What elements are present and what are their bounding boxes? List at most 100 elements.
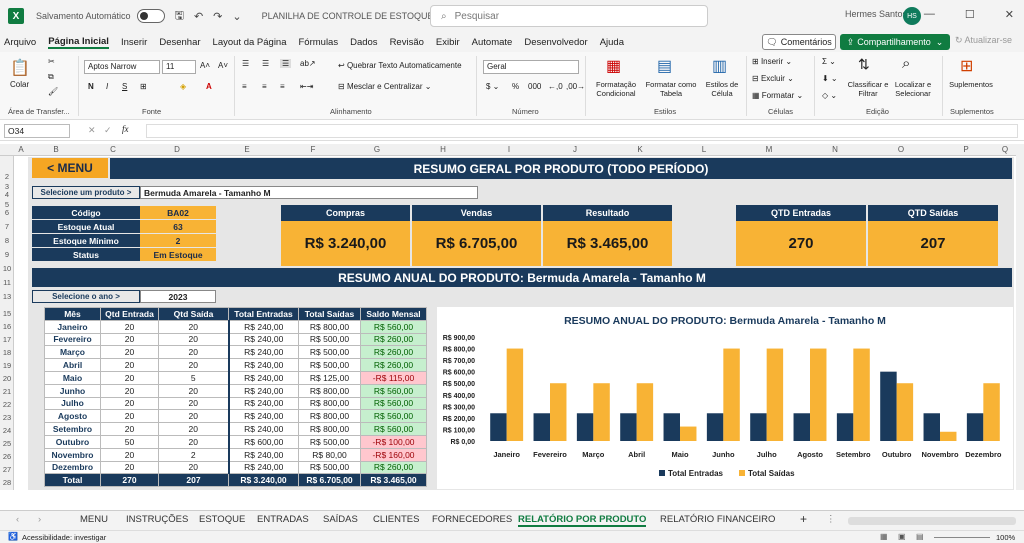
- month-cell[interactable]: Abril: [44, 358, 101, 372]
- menu-inserir[interactable]: Inserir: [121, 37, 147, 48]
- value-cell[interactable]: 20: [100, 358, 159, 372]
- tab-menu[interactable]: MENU: [80, 514, 108, 525]
- align-left-icon[interactable]: ≡: [242, 82, 247, 91]
- view-pagebreak-icon[interactable]: ▤: [916, 532, 924, 541]
- value-cell[interactable]: R$ 240,00: [228, 370, 299, 385]
- menu-desenhar[interactable]: Desenhar: [159, 37, 200, 48]
- value-cell[interactable]: 20: [158, 409, 230, 424]
- value-cell[interactable]: R$ 240,00: [228, 422, 299, 436]
- menu-pagina-inicial[interactable]: Página Inicial: [48, 36, 109, 49]
- row-header[interactable]: 24: [0, 426, 14, 435]
- addins-button[interactable]: Suplementos: [946, 80, 996, 89]
- cut-icon[interactable]: ✂: [48, 57, 55, 66]
- bold-icon[interactable]: N: [88, 82, 94, 91]
- find-select-button[interactable]: Localizar e Selecionar: [888, 80, 938, 98]
- tab-relatorio-produto[interactable]: RELATÓRIO POR PRODUTO: [518, 514, 647, 527]
- align-bottom-icon[interactable]: ☰: [280, 59, 292, 68]
- align-right-icon[interactable]: ≡: [280, 82, 285, 91]
- value-cell[interactable]: R$ 800,00: [298, 409, 361, 424]
- accessibility-status[interactable]: Acessibilidade: investigar: [22, 533, 106, 542]
- menu-automate[interactable]: Automate: [472, 37, 513, 48]
- view-layout-icon[interactable]: ▣: [898, 532, 906, 541]
- value-cell[interactable]: 20: [100, 447, 159, 462]
- tab-saidas[interactable]: SAÍDAS: [323, 514, 358, 525]
- formula-input[interactable]: [146, 124, 1018, 138]
- balance-cell[interactable]: R$ 560,00: [360, 396, 427, 411]
- merge-button[interactable]: ⊟ Mesclar e Centralizar ⌄: [338, 82, 431, 91]
- zoom-slider[interactable]: [934, 537, 990, 538]
- row-header[interactable]: 6: [0, 208, 14, 217]
- balance-cell[interactable]: R$ 560,00: [360, 319, 427, 334]
- product-select[interactable]: Bermuda Amarela - Tamanho M: [140, 186, 478, 199]
- value-cell[interactable]: 20: [100, 396, 159, 411]
- enter-icon[interactable]: ✓: [104, 125, 112, 136]
- wrap-text-button[interactable]: ↩ Quebrar Texto Automaticamente: [338, 61, 462, 70]
- accessibility-icon[interactable]: ♿: [8, 532, 18, 541]
- increase-decimal-icon[interactable]: ←,0: [548, 82, 563, 91]
- sort-filter-button[interactable]: Classificar e Filtrar: [846, 80, 890, 98]
- balance-cell[interactable]: R$ 560,00: [360, 383, 427, 398]
- row-header[interactable]: 26: [0, 452, 14, 461]
- value-cell[interactable]: R$ 500,00: [298, 345, 361, 360]
- value-cell[interactable]: 20: [100, 409, 159, 424]
- format-painter-icon[interactable]: 🖌: [48, 87, 58, 96]
- function-icon[interactable]: fx: [122, 124, 129, 134]
- value-cell[interactable]: 20: [158, 358, 230, 372]
- column-header[interactable]: O: [868, 144, 934, 156]
- balance-cell[interactable]: -R$ 115,00: [360, 370, 427, 385]
- menu-dados[interactable]: Dados: [350, 37, 377, 48]
- value-cell[interactable]: 20: [158, 434, 230, 449]
- value-cell[interactable]: R$ 240,00: [228, 409, 299, 424]
- value-cell[interactable]: R$ 240,00: [228, 447, 299, 462]
- value-cell[interactable]: 20: [158, 319, 230, 334]
- row-header[interactable]: 4: [0, 190, 14, 199]
- format-cells-button[interactable]: ▦ Formatar ⌄: [752, 91, 803, 100]
- italic-icon[interactable]: I: [106, 82, 108, 91]
- orientation-icon[interactable]: ab↗: [300, 59, 316, 68]
- border-icon[interactable]: ⊞: [140, 82, 147, 91]
- row-header[interactable]: 18: [0, 348, 14, 357]
- paste-button[interactable]: Colar: [10, 80, 29, 89]
- annual-chart[interactable]: RESUMO ANUAL DO PRODUTO: Bermuda Amarela…: [437, 307, 1013, 489]
- increase-font-icon[interactable]: A˄: [200, 61, 210, 70]
- column-header[interactable]: J: [542, 144, 608, 156]
- row-header[interactable]: 8: [0, 236, 14, 245]
- vertical-scrollbar[interactable]: [1016, 144, 1024, 490]
- tab-clientes[interactable]: CLIENTES: [373, 514, 419, 525]
- value-cell[interactable]: R$ 500,00: [298, 460, 361, 475]
- row-header[interactable]: 7: [0, 222, 14, 231]
- column-header[interactable]: N: [802, 144, 868, 156]
- balance-cell[interactable]: -R$ 160,00: [360, 447, 427, 462]
- value-cell[interactable]: 20: [158, 345, 230, 360]
- value-cell[interactable]: R$ 800,00: [298, 422, 361, 436]
- column-header[interactable]: D: [142, 144, 212, 156]
- undo-icon[interactable]: ↶: [194, 10, 203, 23]
- conditional-format-button[interactable]: Formatação Condicional: [590, 80, 642, 98]
- horizontal-scrollbar[interactable]: [848, 517, 1016, 525]
- tab-prev-icon[interactable]: ‹: [16, 514, 19, 525]
- month-cell[interactable]: Fevereiro: [44, 332, 101, 347]
- format-table-button[interactable]: Formatar como Tabela: [642, 80, 700, 98]
- month-cell[interactable]: Junho: [44, 383, 101, 398]
- customize-icon[interactable]: ⌄: [232, 10, 241, 23]
- row-header[interactable]: 22: [0, 400, 14, 409]
- value-cell[interactable]: 20: [100, 370, 159, 385]
- column-header[interactable]: M: [736, 144, 802, 156]
- indent-icon[interactable]: ⇤⇥: [300, 82, 313, 91]
- month-cell[interactable]: Novembro: [44, 447, 101, 462]
- decrease-decimal-icon[interactable]: ,00→: [566, 82, 585, 91]
- font-color-icon[interactable]: A: [206, 82, 212, 91]
- paste-icon[interactable]: 📋: [10, 58, 30, 78]
- row-header[interactable]: 13: [0, 292, 14, 301]
- value-cell[interactable]: R$ 240,00: [228, 383, 299, 398]
- month-cell[interactable]: Março: [44, 345, 101, 360]
- value-cell[interactable]: 20: [158, 460, 230, 475]
- column-header[interactable]: B: [28, 144, 84, 156]
- value-cell[interactable]: R$ 600,00: [228, 434, 299, 449]
- autosum-icon[interactable]: Σ ⌄: [822, 57, 836, 66]
- month-cell[interactable]: Dezembro: [44, 460, 101, 475]
- maximize-icon[interactable]: ☐: [965, 8, 975, 21]
- copy-icon[interactable]: ⧉: [48, 72, 54, 82]
- row-header[interactable]: 21: [0, 387, 14, 396]
- close-icon[interactable]: ✕: [1005, 8, 1014, 21]
